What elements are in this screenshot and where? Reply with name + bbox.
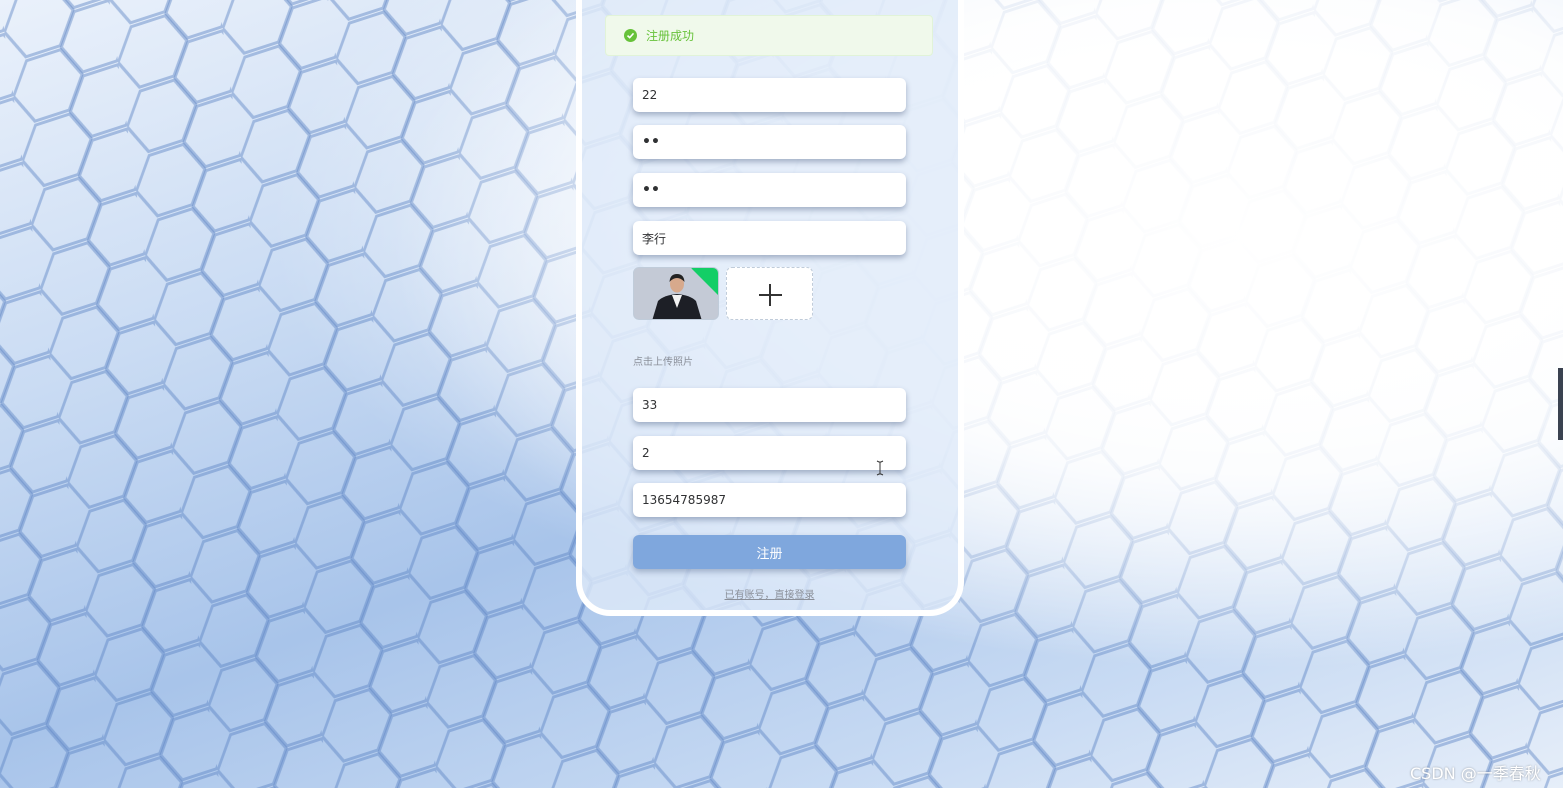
confirm-password-input[interactable]: •• [633, 173, 906, 207]
success-alert: 注册成功 [605, 15, 933, 56]
register-button[interactable]: 注册 [633, 535, 906, 569]
confirm-password-value: •• [642, 182, 660, 198]
check-circle-icon [624, 29, 637, 42]
password-input[interactable]: •• [633, 125, 906, 159]
field-value-2: 2 [642, 446, 650, 460]
phone-value: 13654785987 [642, 493, 726, 507]
upload-hint: 点击上传照片 [633, 357, 693, 368]
scrollbar-thumb[interactable] [1558, 368, 1563, 440]
name-value: 李行 [642, 231, 667, 246]
phone-input[interactable]: 13654785987 [633, 483, 906, 517]
watermark: CSDN @一季春秋 [1410, 764, 1541, 783]
text-input-2[interactable]: 2 [633, 436, 906, 470]
add-photo-button[interactable] [726, 267, 813, 320]
username-input[interactable]: 22 [633, 78, 906, 112]
uploaded-photo-thumbnail[interactable] [633, 267, 719, 320]
age-value: 33 [642, 398, 658, 412]
text-cursor-icon [876, 460, 884, 476]
age-input[interactable]: 33 [633, 388, 906, 422]
password-value: •• [642, 134, 660, 150]
login-link[interactable]: 已有账号，直接登录 [633, 586, 906, 601]
alert-message: 注册成功 [646, 29, 695, 43]
username-value: 22 [642, 88, 658, 102]
name-input[interactable]: 李行 [633, 221, 906, 255]
